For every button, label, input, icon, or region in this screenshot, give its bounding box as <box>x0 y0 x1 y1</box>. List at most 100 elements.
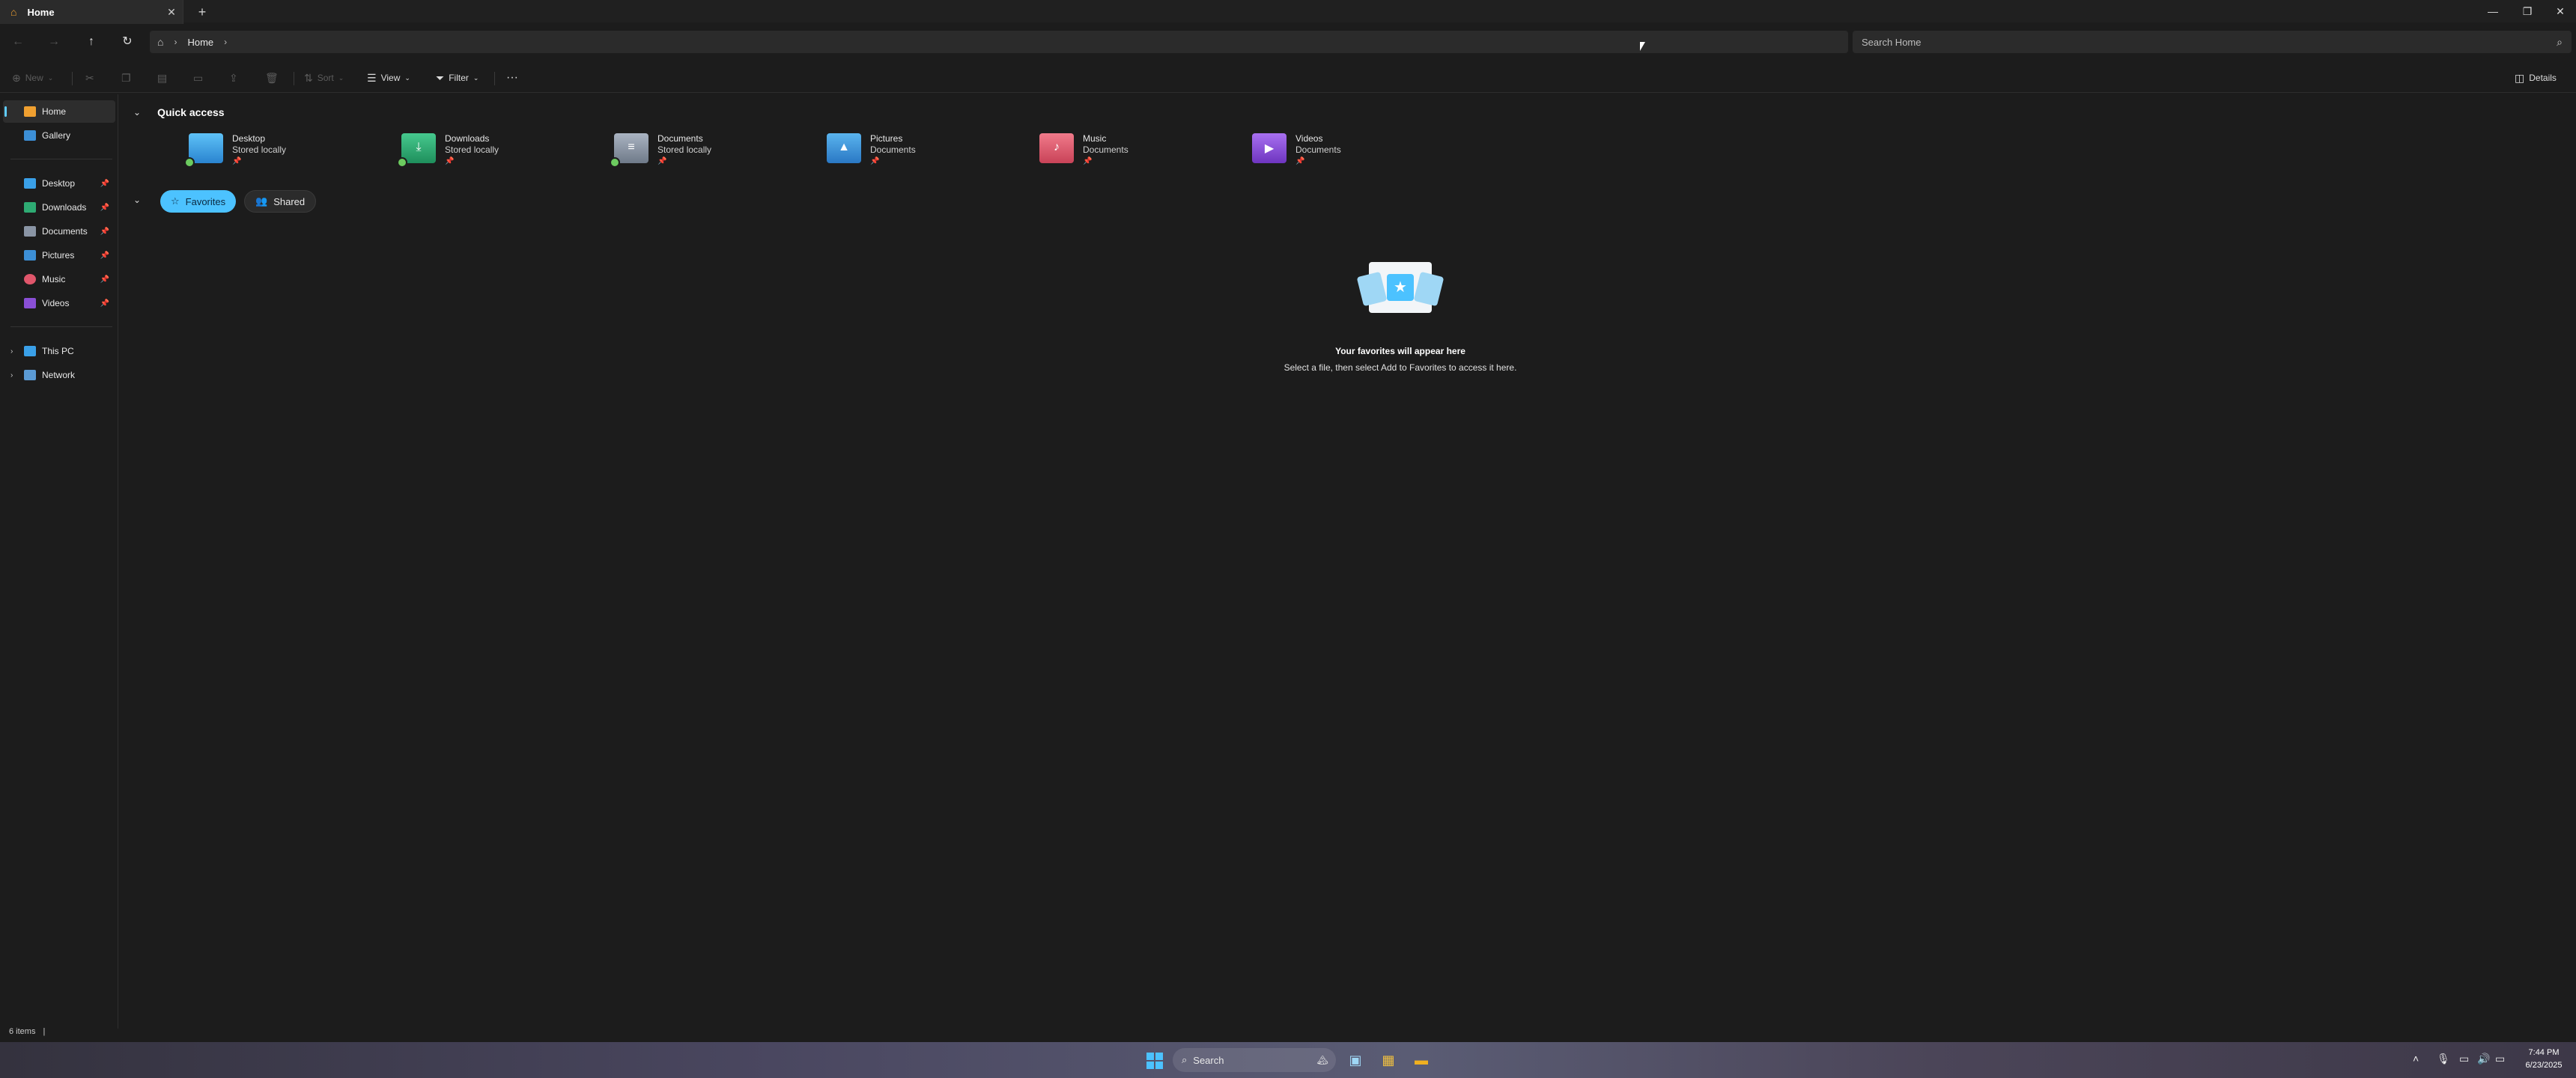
pin-icon[interactable]: 📌 <box>100 275 109 284</box>
sidebar-item-documents[interactable]: Documents 📌 <box>3 220 115 243</box>
sidebar-item-label: Documents <box>42 226 88 237</box>
back-button[interactable]: ← <box>6 31 30 52</box>
share-button[interactable]: ⇪ <box>229 69 238 87</box>
tab-label: Shared <box>273 195 306 207</box>
refresh-button[interactable]: ↻ <box>115 31 139 52</box>
rename-button[interactable]: ▭ <box>193 69 203 87</box>
pin-icon: 📌 <box>445 157 455 165</box>
folder-location: Documents <box>870 144 916 155</box>
computer-icon <box>24 346 36 356</box>
tab-favorites[interactable]: ☆ Favorites <box>160 190 237 213</box>
taskbar-search[interactable]: ⌕ Search 🏔 <box>1173 1048 1336 1072</box>
view-button[interactable]: ☰ View ⌄ <box>367 69 410 87</box>
sidebar-item-videos[interactable]: Videos 📌 <box>3 292 115 314</box>
network-status-icon[interactable]: ▭ <box>2459 1053 2469 1065</box>
chevron-right-icon[interactable]: › <box>10 371 13 380</box>
clock[interactable]: 7:44 PM 6/23/2025 <box>2518 1047 2570 1072</box>
microphone-icon[interactable]: 🎙 <box>2437 1053 2450 1065</box>
volume-icon[interactable]: 🔊 <box>2477 1053 2490 1065</box>
desktop-icon <box>24 178 36 189</box>
pin-icon[interactable]: 📌 <box>100 299 109 308</box>
cut-button[interactable]: ✂ <box>85 69 94 87</box>
minimize-button[interactable]: — <box>2476 0 2510 22</box>
battery-icon[interactable]: ▭ <box>2495 1053 2505 1065</box>
sidebar-item-network[interactable]: › Network <box>3 364 115 386</box>
pin-icon: 📌 <box>1083 157 1093 165</box>
sidebar-item-pictures[interactable]: Pictures 📌 <box>3 244 115 267</box>
sidebar-item-downloads[interactable]: Downloads 📌 <box>3 196 115 219</box>
navigation-pane: Home Gallery Desktop 📌 Downloads 📌 Docum… <box>0 94 118 1029</box>
sidebar-item-label: Gallery <box>42 130 71 141</box>
music-note-icon: ♪ <box>1054 141 1060 153</box>
empty-state-subtitle: Select a file, then select Add to Favori… <box>1284 362 1517 373</box>
pin-icon[interactable]: 📌 <box>100 252 109 260</box>
filter-button[interactable]: ⏷ Filter ⌄ <box>436 69 479 87</box>
forward-button[interactable]: → <box>42 31 66 52</box>
pin-icon[interactable]: 📌 <box>100 204 109 212</box>
breadcrumb-separator-icon[interactable]: › <box>174 37 177 47</box>
sidebar-item-home[interactable]: Home <box>3 100 115 123</box>
up-button[interactable]: ↑ <box>79 31 103 52</box>
chevron-down-icon[interactable]: ⌄ <box>133 107 141 118</box>
sidebar-item-music[interactable]: Music 📌 <box>3 268 115 290</box>
sidebar-item-gallery[interactable]: Gallery <box>3 124 115 147</box>
address-bar[interactable]: ⌂ › Home › <box>150 31 1848 53</box>
sidebar-item-this-pc[interactable]: › This PC <box>3 340 115 362</box>
search-box[interactable]: Search Home ⌕ <box>1853 31 2572 53</box>
new-tab-button[interactable]: + <box>193 3 211 21</box>
breadcrumb-chevron-icon[interactable]: › <box>224 37 227 47</box>
sidebar-item-label: Pictures <box>42 250 75 261</box>
filter-label: Filter <box>449 73 469 83</box>
chevron-down-icon[interactable]: ⌄ <box>133 195 141 205</box>
quick-access-music[interactable]: ♪ Music Documents 📌 <box>1039 133 1219 178</box>
file-explorer-button[interactable]: ▬ <box>1409 1048 1433 1072</box>
breadcrumb-home[interactable]: Home <box>187 37 213 48</box>
taskbar-search-label: Search <box>1193 1054 1224 1066</box>
sort-label: Sort <box>317 73 334 83</box>
quick-access-downloads[interactable]: ⤓ Downloads Stored locally 📌 <box>397 133 581 178</box>
copy-button[interactable]: ❐ <box>121 69 131 87</box>
terminal-app-button[interactable]: ▦ <box>1376 1048 1400 1072</box>
search-input[interactable]: Search Home <box>1862 37 2557 48</box>
start-button[interactable] <box>1143 1048 1167 1072</box>
pictures-icon <box>24 250 36 261</box>
sidebar-item-label: Music <box>42 274 66 284</box>
status-bar: 6 items | <box>9 1027 45 1038</box>
tab-shared[interactable]: 👥 Shared <box>244 190 317 213</box>
title-bar: ⌂ Home ✕ + — ❐ ✕ <box>0 0 2576 24</box>
sort-button[interactable]: ⇅ Sort ⌄ <box>304 69 344 87</box>
divider <box>494 72 495 85</box>
quick-access-documents[interactable]: ≡ Documents Stored locally 📌 <box>610 133 794 178</box>
videos-icon <box>24 298 36 308</box>
task-view-button[interactable]: ▣ <box>1343 1048 1367 1072</box>
quick-access-videos[interactable]: ▶ Videos Documents 📌 <box>1252 133 1432 178</box>
download-arrow-icon: ⤓ <box>416 141 422 153</box>
details-button[interactable]: ◫ Details <box>2515 69 2557 87</box>
pin-icon[interactable]: 📌 <box>100 228 109 236</box>
close-window-button[interactable]: ✕ <box>2543 0 2576 22</box>
chevron-down-icon: ⌄ <box>47 73 54 82</box>
paste-button[interactable]: ▤ <box>157 69 167 87</box>
empty-state-title: Your favorites will appear here <box>1335 346 1465 356</box>
chevron-right-icon[interactable]: › <box>10 347 13 356</box>
quick-access-pictures[interactable]: ▲ Pictures Documents 📌 <box>827 133 1006 178</box>
new-button[interactable]: ⊕ New ⌄ <box>12 69 53 87</box>
quick-access-header[interactable]: ⌄ Quick access <box>133 106 225 118</box>
section-title: Quick access <box>157 106 225 118</box>
restore-button[interactable]: ❐ <box>2510 0 2545 22</box>
chevron-down-icon: ⌄ <box>404 73 410 82</box>
quick-access-desktop[interactable]: Desktop Stored locally 📌 <box>184 133 368 178</box>
sidebar-item-desktop[interactable]: Desktop 📌 <box>3 172 115 195</box>
rename-icon: ▭ <box>193 71 204 84</box>
show-hidden-icons-button[interactable]: ˄ <box>2413 1053 2419 1065</box>
folder-location: Documents <box>1295 144 1341 155</box>
close-tab-icon[interactable]: ✕ <box>160 6 183 19</box>
delete-button[interactable]: 🗑 <box>265 69 279 87</box>
share-icon: ⇪ <box>229 71 238 84</box>
sidebar-divider <box>10 326 112 327</box>
pin-icon[interactable]: 📌 <box>100 180 109 188</box>
more-options-button[interactable]: ··· <box>506 69 518 87</box>
documents-icon <box>24 226 36 237</box>
sidebar-item-label: This PC <box>42 346 74 356</box>
tab-home[interactable]: ⌂ Home ✕ <box>0 0 183 24</box>
